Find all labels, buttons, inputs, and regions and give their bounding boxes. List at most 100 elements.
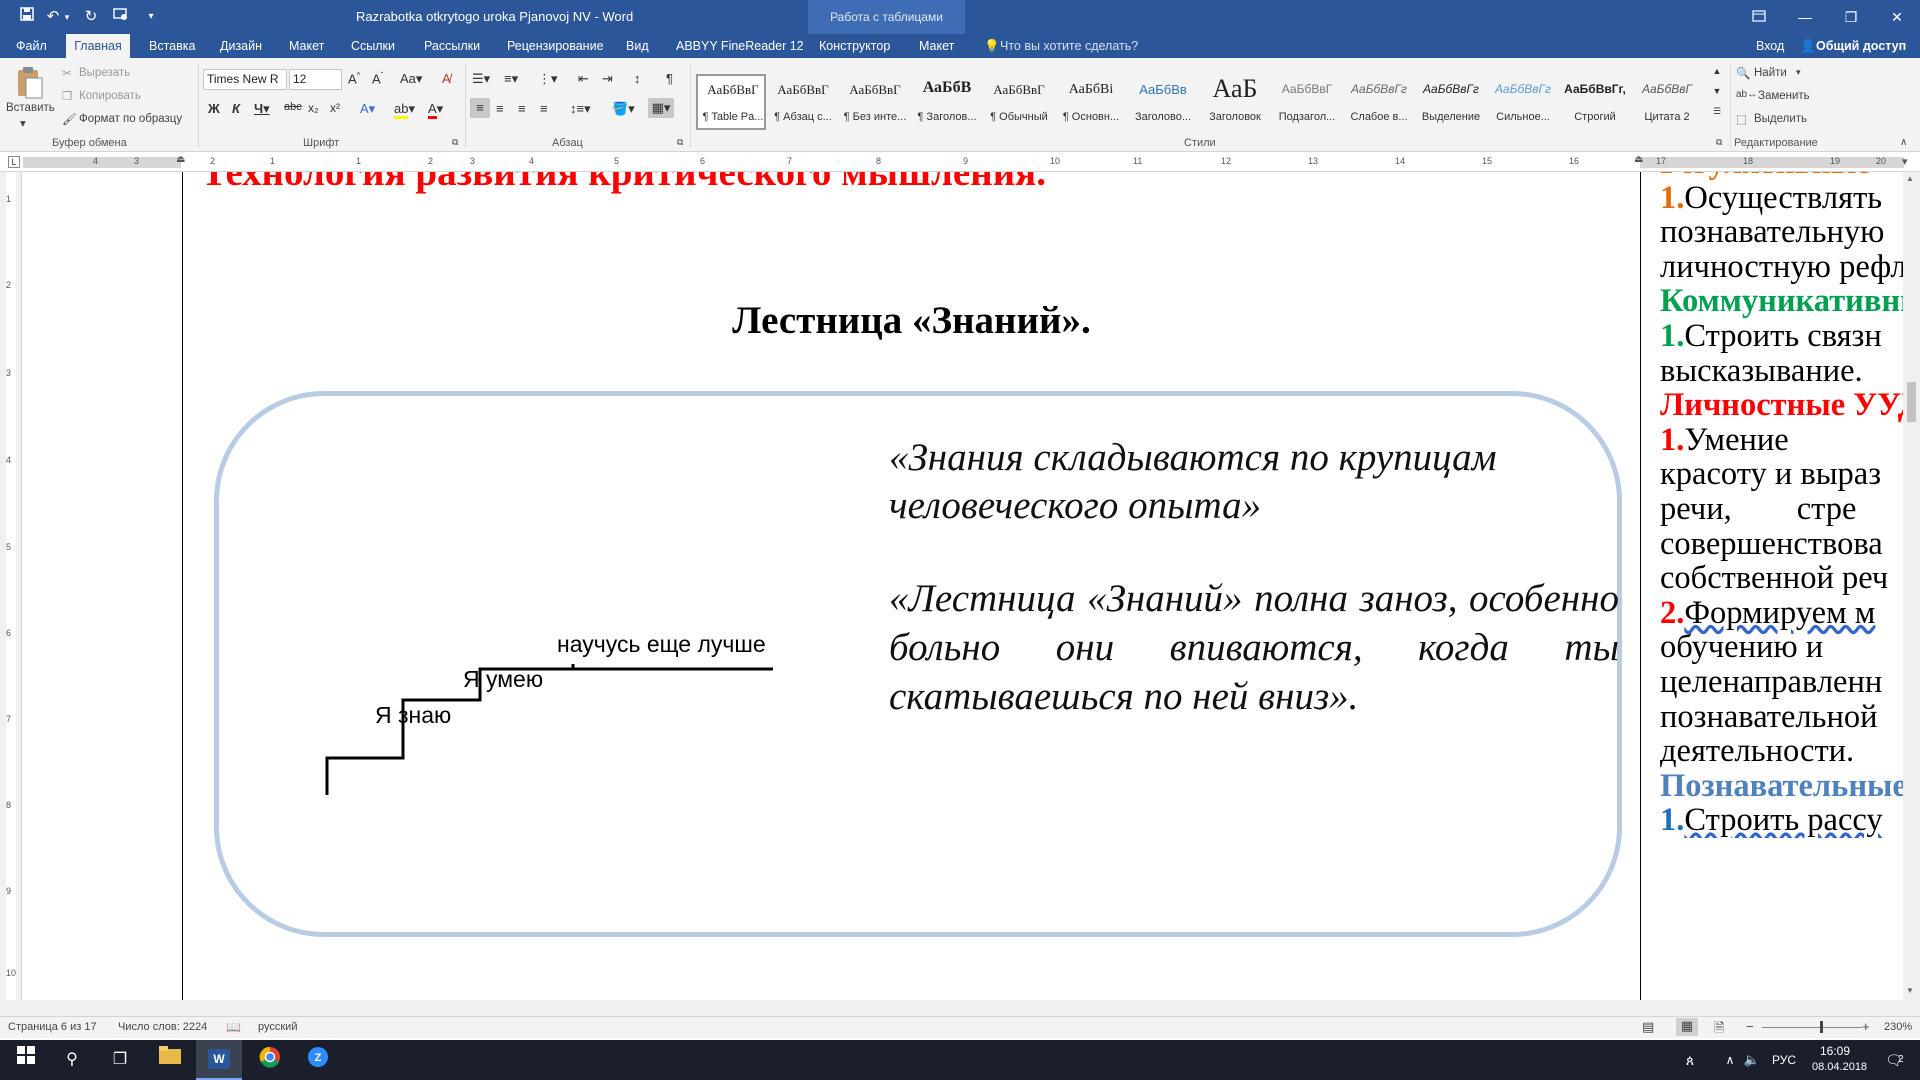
zoom-slider[interactable] (1762, 1027, 1862, 1028)
right-indent-marker-icon[interactable]: ⏏ (1634, 154, 1643, 165)
tab-table-layout[interactable]: Макет (915, 34, 958, 58)
paste-button[interactable]: Вставить (6, 102, 55, 114)
clock-date[interactable]: 08.04.2018 (1812, 1061, 1867, 1073)
styles-more-icon[interactable]: ☰ (1710, 106, 1724, 117)
tell-me-box[interactable]: Что вы хотите сделать? (996, 34, 1142, 58)
word-count[interactable]: Число слов: 2224 (118, 1021, 207, 1033)
chrome-icon[interactable] (256, 1046, 284, 1074)
subscript-icon[interactable]: x₂ (308, 101, 319, 115)
style-subtitle[interactable]: АаБбВвГ Подзагол... (1272, 74, 1342, 130)
underline-icon[interactable]: Ч▾ (254, 101, 270, 117)
show-marks-icon[interactable]: ¶ (666, 71, 673, 86)
share-button[interactable]: Общий доступ (1812, 34, 1910, 58)
style-subtle-emphasis[interactable]: АаБбВвГг Слабое в... (1344, 74, 1414, 130)
tab-view[interactable]: Вид (622, 34, 653, 58)
italic-icon[interactable]: К (232, 101, 240, 116)
scroll-down-icon[interactable]: ▼ (1906, 986, 1914, 995)
undo-dropdown-icon[interactable]: ▾ (62, 6, 72, 28)
proofing-icon[interactable]: 📖 (226, 1020, 241, 1034)
align-right-icon[interactable]: ≡ (518, 101, 526, 116)
style-list-paragraph[interactable]: АаБбВвГ ¶ Абзац с... (768, 74, 838, 130)
tab-insert[interactable]: Вставка (145, 34, 199, 58)
scroll-up-icon[interactable]: ▲ (1906, 174, 1914, 183)
shading-icon[interactable]: 🪣▾ (612, 101, 635, 117)
keyboard-language[interactable]: РУС (1772, 1053, 1796, 1067)
restore-icon[interactable]: ❐ (1828, 0, 1874, 34)
file-explorer-icon[interactable] (156, 1046, 184, 1074)
decrease-indent-icon[interactable]: ⇤ (578, 71, 589, 87)
ribbon-display-icon[interactable] (1736, 0, 1782, 34)
paste-icon[interactable] (14, 66, 44, 100)
paste-dropdown-icon[interactable]: ▾ (20, 116, 26, 130)
borders-icon[interactable]: ▦▾ (648, 98, 674, 118)
style-no-spacing[interactable]: АаБбВвГ ¶ Без инте... (840, 74, 910, 130)
font-color-icon[interactable]: A▾ (428, 101, 443, 119)
bullets-icon[interactable]: ☰▾ (472, 71, 490, 87)
copy-button[interactable]: Копировать (79, 90, 141, 102)
save-icon[interactable] (16, 6, 38, 28)
zoom-app-icon[interactable]: Z (304, 1046, 332, 1074)
style-intense-emphasis[interactable]: АаБбВвГг Сильное... (1488, 74, 1558, 130)
align-center-icon[interactable]: ≡ (496, 101, 504, 116)
change-case-icon[interactable]: Aa▾ (400, 71, 422, 87)
tab-references[interactable]: Ссылки (347, 34, 399, 58)
style-table-paragraph[interactable]: АаБбВвГ ¶ Table Pa... (696, 74, 766, 130)
web-layout-icon[interactable]: 🗎 (1714, 1019, 1724, 1041)
style-heading-2[interactable]: АаБбВв Заголово... (1128, 74, 1198, 130)
line-spacing-icon[interactable]: ↕≡▾ (570, 101, 591, 117)
paragraph-dialog-launcher-icon[interactable]: ⧉ (677, 137, 683, 148)
tab-design[interactable]: Дизайн (216, 34, 266, 58)
tab-file[interactable]: Файл (12, 34, 51, 58)
align-left-icon[interactable]: ≡ (470, 98, 490, 118)
style-strong[interactable]: АаБбВвГг, Строгий (1560, 74, 1630, 130)
word-taskbar-button[interactable]: W (196, 1040, 242, 1080)
close-icon[interactable]: ✕ (1874, 0, 1920, 34)
numbering-icon[interactable]: ≡▾ (504, 71, 518, 87)
multilevel-list-icon[interactable]: ⋮▾ (538, 71, 558, 87)
volume-icon[interactable]: 🔈 (1738, 1046, 1766, 1074)
font-name-combo[interactable]: Times New R (203, 69, 287, 90)
text-effects-icon[interactable]: A▾ (360, 101, 375, 117)
document-canvas[interactable]: Технология развития критического мышлени… (23, 172, 1905, 1000)
page-indicator[interactable]: Страница 6 из 17 (8, 1021, 97, 1033)
style-quote-2[interactable]: АаБбВвГ Цитата 2 (1632, 74, 1702, 130)
superscript-icon[interactable]: x² (330, 101, 340, 115)
tab-abbyy[interactable]: ABBYY FineReader 12 (672, 34, 808, 58)
print-layout-icon[interactable]: ▦ (1676, 1018, 1698, 1036)
tab-review[interactable]: Рецензирование (503, 34, 608, 58)
redo-icon[interactable]: ↻ (80, 6, 102, 28)
cut-button[interactable]: Вырезать (79, 67, 130, 79)
undo-icon[interactable]: ↶ (42, 6, 64, 28)
select-button[interactable]: Выделить (1754, 113, 1807, 125)
zoom-slider-thumb[interactable] (1820, 1021, 1823, 1033)
sign-in-link[interactable]: Вход (1752, 34, 1788, 58)
zoom-out-icon[interactable]: − (1746, 1019, 1754, 1034)
justify-icon[interactable]: ≡ (540, 101, 548, 116)
style-title[interactable]: АаБ Заголовок (1200, 74, 1270, 130)
touch-mode-icon[interactable] (110, 6, 132, 28)
sort-icon[interactable]: ↕ (634, 71, 641, 86)
customize-icon[interactable]: ▾ (140, 6, 162, 28)
style-heading[interactable]: АаБбВ ¶ Заголов... (912, 74, 982, 130)
tab-table-design[interactable]: Конструктор (815, 34, 894, 58)
find-dropdown-icon[interactable]: ▾ (1796, 67, 1801, 78)
language-indicator[interactable]: русский (258, 1021, 297, 1033)
style-normal[interactable]: АаБбВвГ ¶ Обычный (984, 74, 1054, 130)
minimize-icon[interactable]: — (1782, 0, 1828, 34)
clock-time[interactable]: 16:09 (1820, 1044, 1850, 1058)
strikethrough-icon[interactable]: abc (284, 101, 302, 113)
clear-formatting-icon[interactable]: A̸ (442, 71, 451, 86)
grow-font-icon[interactable]: A^ (348, 71, 360, 86)
zoom-in-icon[interactable]: + (1862, 1019, 1870, 1034)
font-dialog-launcher-icon[interactable]: ⧉ (452, 137, 458, 148)
tab-mailings[interactable]: Рассылки (420, 34, 484, 58)
highlight-icon[interactable]: ab▾ (394, 101, 415, 119)
indent-marker-icon[interactable]: ⏏ (176, 154, 185, 165)
tab-selector-icon[interactable]: L (8, 156, 20, 168)
vertical-ruler[interactable]: 1 2 3 4 5 6 7 8 9 10 (0, 172, 22, 1000)
replace-button[interactable]: Заменить (1758, 90, 1810, 102)
read-mode-icon[interactable]: ▤ (1642, 1019, 1654, 1035)
style-emphasis[interactable]: АаБбВвГг Выделение (1416, 74, 1486, 130)
zoom-level[interactable]: 230% (1884, 1021, 1912, 1033)
shrink-font-icon[interactable]: Aˇ (372, 71, 383, 86)
